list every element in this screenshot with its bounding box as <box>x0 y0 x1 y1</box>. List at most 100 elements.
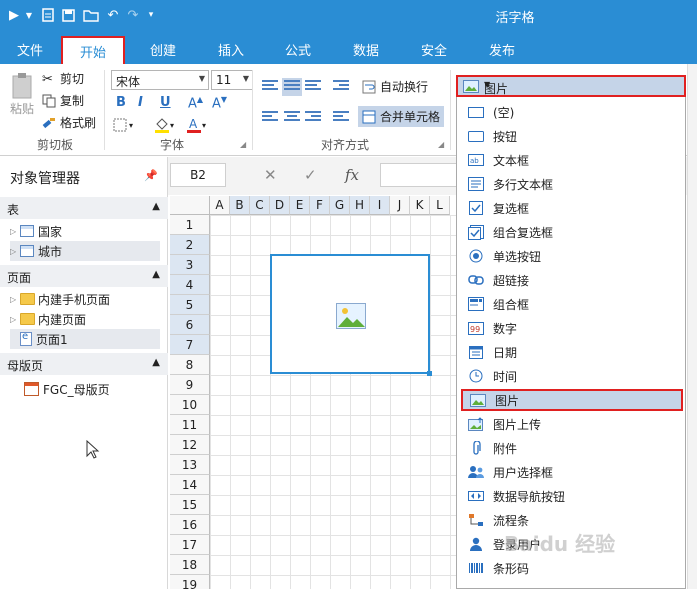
dropdown-item-checkbox[interactable]: 复选框 <box>461 197 683 219</box>
list-item-page[interactable]: 页面1 <box>10 329 160 349</box>
font-name-select[interactable]: 宋体 ▼ <box>111 70 209 90</box>
row-header[interactable]: 1 <box>170 215 210 235</box>
underline-button[interactable]: U <box>160 95 171 110</box>
column-header[interactable]: D <box>270 196 290 215</box>
expand-icon[interactable]: ▷ <box>10 315 20 324</box>
list-item-page-folder[interactable]: ▷ 内建手机页面 <box>10 289 110 309</box>
row-header[interactable]: 14 <box>170 475 210 495</box>
row-header[interactable]: 8 <box>170 355 210 375</box>
list-item-page-folder[interactable]: ▷ 内建页面 <box>10 309 86 329</box>
dropdown-item-combobox[interactable]: 组合框 <box>461 293 683 315</box>
open-folder-icon[interactable] <box>82 6 100 24</box>
column-header[interactable]: L <box>430 196 450 215</box>
dropdown-item-time[interactable]: 时间 <box>461 365 683 387</box>
decrease-font-icon[interactable]: A▼ <box>212 95 227 111</box>
tab-security[interactable]: 安全 <box>404 40 464 59</box>
format-painter-button[interactable]: 格式刷 <box>42 114 96 131</box>
image-cell[interactable] <box>270 254 432 376</box>
tab-create[interactable]: 创建 <box>133 40 193 59</box>
alignment-dialog-launcher-icon[interactable]: ◢ <box>438 140 444 149</box>
column-header[interactable]: I <box>370 196 390 215</box>
customize-toolbar-icon[interactable]: ▾ <box>146 6 156 24</box>
section-pages-header[interactable]: 页面 ▲ <box>0 265 168 287</box>
row-header[interactable]: 6 <box>170 315 210 335</box>
column-header[interactable]: H <box>350 196 370 215</box>
tab-file[interactable]: 文件 <box>0 40 60 59</box>
list-item-master-page[interactable]: FGC_母版页 <box>24 379 110 399</box>
formula-input[interactable] <box>380 163 460 187</box>
dropdown-item-data-nav[interactable]: 数据导航按钮 <box>461 485 683 507</box>
row-header[interactable]: 16 <box>170 515 210 535</box>
expand-icon[interactable]: ▷ <box>10 247 20 256</box>
border-button[interactable]: ▾ <box>113 118 133 132</box>
run-icon[interactable]: ▶ <box>6 6 22 24</box>
wrap-text-button[interactable]: 自动换行 <box>362 78 428 95</box>
column-header[interactable]: F <box>310 196 330 215</box>
font-size-select[interactable]: 11 ▼ <box>211 70 253 90</box>
dropdown-item-barcode[interactable]: 条形码 <box>461 557 683 579</box>
row-header[interactable]: 4 <box>170 275 210 295</box>
fill-color-button[interactable]: ▾ <box>154 116 174 134</box>
align-middle-icon[interactable] <box>282 78 302 96</box>
row-header[interactable]: 19 <box>170 575 210 589</box>
align-bottom-icon[interactable] <box>305 80 321 94</box>
redo-icon[interactable]: ↷ <box>124 6 142 24</box>
dropdown-item-date[interactable]: 日期 <box>461 341 683 363</box>
row-header[interactable]: 17 <box>170 535 210 555</box>
tab-formula[interactable]: 公式 <box>268 40 328 59</box>
row-header[interactable]: 5 <box>170 295 210 315</box>
undo-icon[interactable]: ↶ <box>104 6 122 24</box>
dropdown-item-hyperlink[interactable]: 超链接 <box>461 269 683 291</box>
cancel-icon[interactable]: ✕ <box>264 166 277 184</box>
expand-icon[interactable]: ▷ <box>10 295 20 304</box>
pin-icon[interactable]: 📌 <box>144 169 158 182</box>
section-tables-header[interactable]: 表 ▲ <box>0 197 168 219</box>
font-dialog-launcher-icon[interactable]: ◢ <box>240 140 246 149</box>
column-header[interactable]: B <box>230 196 250 215</box>
row-header[interactable]: 3 <box>170 255 210 275</box>
dropdown-item-image-upload[interactable]: 图片上传 <box>461 413 683 435</box>
bold-button[interactable]: B <box>116 95 126 110</box>
column-header[interactable]: E <box>290 196 310 215</box>
tab-publish[interactable]: 发布 <box>472 40 532 59</box>
row-header[interactable]: 18 <box>170 555 210 575</box>
align-center-icon[interactable] <box>284 111 300 125</box>
dropdown-item-number[interactable]: 99 数字 <box>461 317 683 339</box>
run-dropdown-icon[interactable]: ▼ <box>24 6 34 24</box>
align-left-icon[interactable] <box>262 111 278 125</box>
spreadsheet-grid[interactable]: A B C D E F G H I J K L 1 2 3 4 5 6 7 8 … <box>170 196 457 589</box>
row-header[interactable]: 12 <box>170 435 210 455</box>
column-header[interactable]: J <box>390 196 410 215</box>
confirm-icon[interactable]: ✓ <box>304 166 317 184</box>
tab-home[interactable]: 开始 <box>61 36 125 64</box>
new-file-icon[interactable] <box>40 6 56 24</box>
dropdown-item-multiline-textbox[interactable]: 多行文本框 <box>461 173 683 195</box>
resize-handle[interactable] <box>427 371 432 376</box>
dropdown-item-image[interactable]: 图片 <box>461 389 683 411</box>
row-header[interactable]: 2 <box>170 235 210 255</box>
indent-icon[interactable] <box>333 80 349 94</box>
align-top-icon[interactable] <box>262 80 278 94</box>
column-header[interactable]: C <box>250 196 270 215</box>
dropdown-item-attachment[interactable]: 附件 <box>461 437 683 459</box>
dropdown-item-radio[interactable]: 单选按钮 <box>461 245 683 267</box>
dropdown-item-checkbox-group[interactable]: 组合复选框 <box>461 221 683 243</box>
dropdown-item-textbox[interactable]: ab 文本框 <box>461 149 683 171</box>
tab-data[interactable]: 数据 <box>336 40 396 59</box>
row-header[interactable]: 15 <box>170 495 210 515</box>
row-header[interactable]: 9 <box>170 375 210 395</box>
list-item-table[interactable]: ▷ 国家 <box>10 221 62 241</box>
dropdown-item-user-select[interactable]: 用户选择框 <box>461 461 683 483</box>
copy-button[interactable]: 复制 <box>42 92 84 109</box>
column-header[interactable]: A <box>210 196 230 215</box>
expand-icon[interactable]: ▷ <box>10 227 20 236</box>
align-right-icon[interactable] <box>305 111 321 125</box>
column-header[interactable]: K <box>410 196 430 215</box>
select-all-corner[interactable] <box>170 196 210 215</box>
row-header[interactable]: 11 <box>170 415 210 435</box>
font-color-button[interactable]: A ▾ <box>186 116 206 134</box>
merge-cells-button[interactable]: 合并单元格 <box>358 106 445 127</box>
cell-type-select[interactable]: 图片 ▼ <box>456 75 686 97</box>
row-header[interactable]: 7 <box>170 335 210 355</box>
row-header[interactable]: 10 <box>170 395 210 415</box>
